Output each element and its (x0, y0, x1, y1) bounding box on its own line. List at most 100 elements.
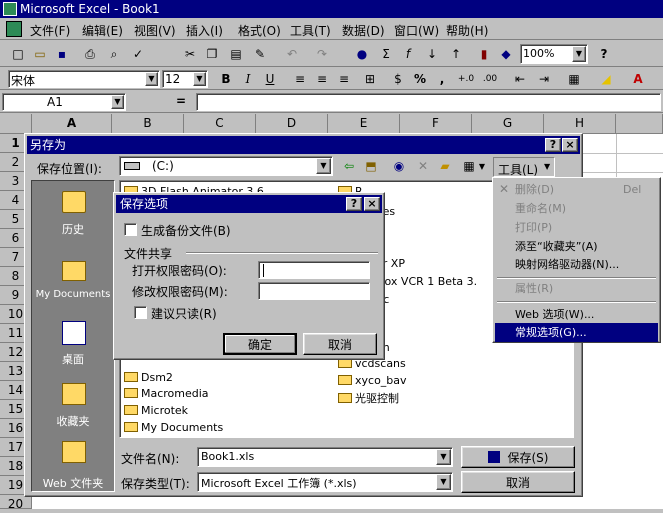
zoom-dropdown-icon[interactable]: ▼ (572, 46, 586, 62)
function-icon[interactable]: f (398, 44, 418, 64)
menu-tools[interactable]: 工具(T) (290, 22, 331, 39)
menu-item-general-options[interactable]: 常规选项(G)... (495, 323, 658, 342)
menu-item-rename[interactable]: 重命名(M) (495, 199, 658, 218)
align-right-icon[interactable]: ≡ (334, 69, 354, 89)
save-in-dropdown-icon[interactable]: ▼ (316, 158, 331, 174)
place-history[interactable]: 历史 (34, 185, 112, 241)
print-icon[interactable]: ⎙ (80, 44, 100, 64)
save-in-dropdown[interactable]: (C:) ▼ (119, 156, 333, 176)
percent-button[interactable]: % (410, 69, 430, 89)
menu-insert[interactable]: 插入(I) (186, 22, 223, 39)
menu-data[interactable]: 数据(D) (342, 22, 385, 39)
column-header[interactable]: H (544, 114, 616, 134)
paste-icon[interactable]: ▤ (226, 44, 246, 64)
size-dropdown-icon[interactable]: ▼ (193, 72, 206, 86)
menu-format[interactable]: 格式(O) (238, 22, 281, 39)
help-icon[interactable]: ? (594, 44, 614, 64)
font-color-icon[interactable]: A (628, 69, 648, 89)
name-box[interactable]: A1 ▼ (2, 93, 126, 111)
tools-menu-button[interactable]: 工具(L) ▼ (493, 157, 555, 177)
menu-help[interactable]: 帮助(H) (446, 22, 488, 39)
list-item[interactable]: 光驱控制 (338, 390, 399, 406)
borders-icon[interactable]: ▦ (564, 69, 584, 89)
menu-item-properties[interactable]: 属性(R) (495, 279, 658, 298)
sort-desc-icon[interactable]: ↑ (446, 44, 466, 64)
cancel-button[interactable]: 取消 (461, 471, 575, 493)
select-all-corner[interactable] (0, 114, 32, 134)
list-item[interactable]: My Documents (124, 421, 223, 434)
place-my-documents[interactable]: My Documents (34, 253, 112, 309)
place-desktop[interactable]: 桌面 (34, 315, 112, 371)
redo-icon[interactable]: ↷ (312, 44, 332, 64)
new-folder-icon[interactable]: ▰ (435, 156, 455, 176)
column-header-empty[interactable] (616, 114, 663, 134)
backup-checkbox[interactable] (124, 223, 137, 236)
underline-button[interactable]: U (260, 69, 280, 89)
zoom-box[interactable]: 100% ▼ (520, 44, 588, 64)
formula-equals-button[interactable]: = (176, 94, 186, 108)
list-item[interactable]: Microtek (124, 404, 188, 417)
increase-indent-icon[interactable]: ⇥ (534, 69, 554, 89)
open-password-input[interactable] (258, 261, 370, 279)
hyperlink-icon[interactable]: ● (352, 44, 372, 64)
back-icon[interactable]: ⇦ (339, 156, 359, 176)
place-favorites[interactable]: 收藏夹 (34, 377, 112, 433)
row-header[interactable]: 20 (0, 495, 32, 511)
undo-icon[interactable]: ↶ (282, 44, 302, 64)
align-left-icon[interactable]: ≡ (290, 69, 310, 89)
options-cancel-button[interactable]: 取消 (303, 333, 377, 355)
preview-icon[interactable]: ⌕ (104, 44, 124, 64)
comma-button[interactable]: , (432, 69, 452, 89)
place-web-folders[interactable]: Web 文件夹 (34, 439, 112, 491)
new-icon[interactable]: □ (8, 44, 28, 64)
bold-button[interactable]: B (216, 69, 236, 89)
spell-icon[interactable]: ✓ (128, 44, 148, 64)
readonly-checkbox[interactable] (134, 306, 147, 319)
column-header[interactable]: B (112, 114, 184, 134)
options-help-button[interactable]: ? (346, 197, 362, 211)
column-header[interactable]: F (400, 114, 472, 134)
help-button[interactable]: ? (545, 138, 561, 152)
column-header[interactable]: A (32, 114, 112, 134)
menu-edit[interactable]: 编辑(E) (82, 22, 123, 39)
views-dropdown-icon[interactable]: ▼ (477, 156, 487, 176)
decrease-decimal-icon[interactable]: .00 (480, 69, 500, 89)
list-item[interactable]: Dsm2 (124, 371, 173, 384)
align-center-icon[interactable]: ≡ (312, 69, 332, 89)
options-ok-button[interactable]: 确定 (223, 333, 297, 355)
column-header[interactable]: G (472, 114, 544, 134)
cut-icon[interactable]: ✂ (180, 44, 200, 64)
format-painter-icon[interactable]: ✎ (250, 44, 270, 64)
size-box[interactable]: 12 ▼ (162, 70, 208, 88)
italic-button[interactable]: I (238, 69, 258, 89)
column-header[interactable]: E (328, 114, 400, 134)
close-button[interactable]: × (562, 138, 578, 152)
views-icon[interactable]: ▦ (459, 156, 479, 176)
options-close-button[interactable]: × (364, 197, 380, 211)
filetype-select[interactable]: Microsoft Excel 工作簿 (*.xls) ▼ (197, 472, 453, 492)
save-icon[interactable]: ▪ (52, 44, 72, 64)
column-header[interactable]: C (184, 114, 256, 134)
menu-item-add-favorites[interactable]: 添至“收藏夹”(A) (495, 237, 658, 256)
map-icon[interactable]: ◆ (496, 44, 516, 64)
chart-wizard-icon[interactable]: ▮ (474, 44, 494, 64)
menu-file[interactable]: 文件(F) (30, 22, 70, 39)
modify-password-input[interactable] (258, 282, 370, 300)
merge-center-icon[interactable]: ⊞ (360, 69, 380, 89)
filetype-dropdown-icon[interactable]: ▼ (436, 474, 451, 490)
currency-icon[interactable]: $ (388, 69, 408, 89)
decrease-indent-icon[interactable]: ⇤ (510, 69, 530, 89)
doc-icon[interactable] (6, 21, 22, 37)
open-icon[interactable]: ▭ (30, 44, 50, 64)
list-item[interactable]: Macromedia (124, 387, 209, 400)
font-box[interactable]: 宋体 ▼ (8, 70, 160, 88)
menu-item-web-options[interactable]: Web 选项(W)... (495, 305, 658, 324)
name-box-dropdown-icon[interactable]: ▼ (111, 95, 124, 109)
filename-input[interactable]: Book1.xls ▼ (197, 447, 453, 467)
formula-input[interactable] (196, 93, 661, 111)
filename-dropdown-icon[interactable]: ▼ (436, 449, 451, 465)
menu-window[interactable]: 窗口(W) (394, 22, 439, 39)
column-header[interactable]: D (256, 114, 328, 134)
font-dropdown-icon[interactable]: ▼ (145, 72, 158, 86)
search-web-icon[interactable]: ◉ (389, 156, 409, 176)
